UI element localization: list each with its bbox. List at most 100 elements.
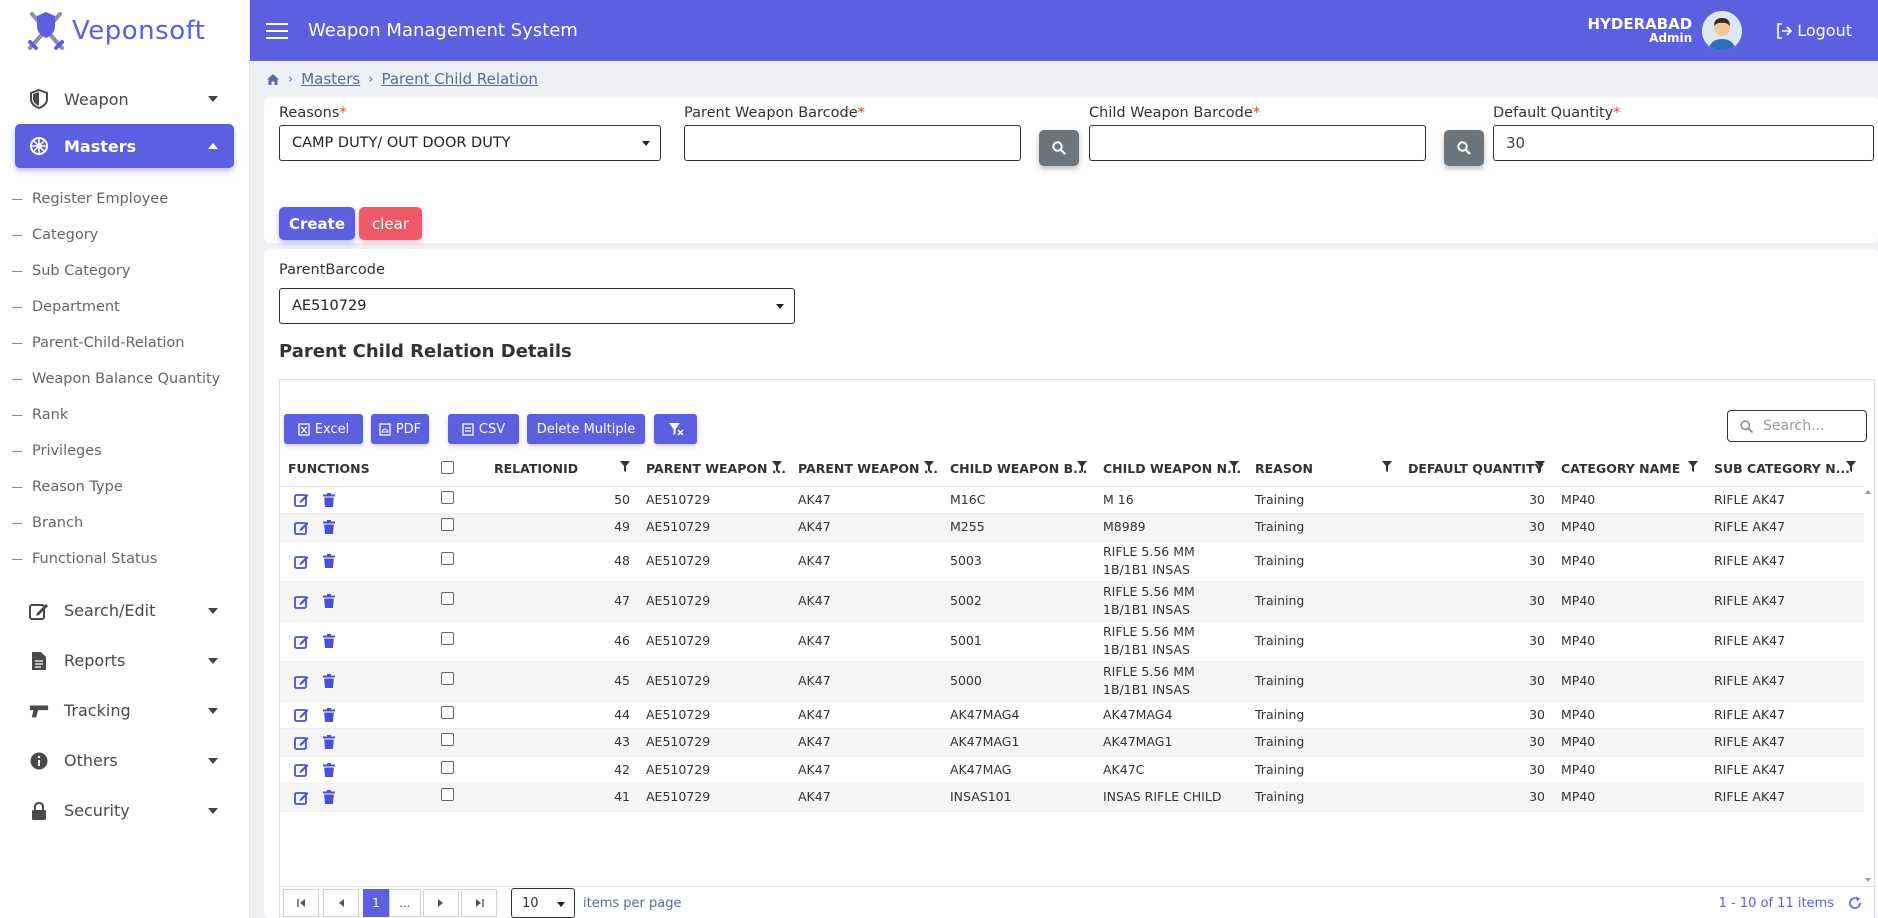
submenu-privileges[interactable]: Privileges: [12, 433, 249, 469]
submenu-sub-category[interactable]: Sub Category: [12, 253, 249, 289]
refresh-icon[interactable]: [1848, 896, 1862, 910]
delete-multiple-button[interactable]: Delete Multiple: [527, 414, 645, 444]
sidebar-item-search-edit[interactable]: Search/Edit: [15, 587, 234, 634]
table-row[interactable]: 42 AE510729 AK47 AK47MAG AK47C Training 30 MP40…: [280, 756, 1864, 784]
page-size-select[interactable]: 10: [511, 888, 575, 918]
brand-logo[interactable]: Veponsoft: [0, 0, 249, 61]
col-parent-weapon-name[interactable]: PARENT WEAPON ...: [790, 452, 942, 487]
table-row[interactable]: 44 AE510729 AK47 AK47MAG4 AK47MAG4 Training 30…: [280, 701, 1864, 729]
parent-barcode-search-button[interactable]: [1039, 130, 1079, 166]
filter-icon[interactable]: [1688, 461, 1698, 472]
child-barcode-search-button[interactable]: [1444, 130, 1484, 166]
more-pages-button[interactable]: ...: [389, 889, 421, 917]
edit-icon[interactable]: [294, 594, 309, 609]
prev-page-button[interactable]: [323, 889, 359, 917]
table-row[interactable]: 50 AE510729 AK47 M16C M 16 Training 30 MP40 RIFL…: [280, 486, 1864, 514]
reasons-select[interactable]: CAMP DUTY/ OUT DOOR DUTY: [279, 125, 661, 161]
trash-icon[interactable]: [323, 594, 335, 608]
row-checkbox[interactable]: [441, 671, 454, 685]
default-quantity-input[interactable]: 30: [1493, 125, 1874, 161]
submenu-category[interactable]: Category: [12, 217, 249, 253]
trash-icon[interactable]: [323, 492, 335, 507]
breadcrumb-masters-link[interactable]: Masters: [301, 70, 360, 88]
row-checkbox[interactable]: [441, 733, 454, 747]
home-icon[interactable]: [266, 73, 280, 86]
edit-icon[interactable]: [294, 634, 309, 649]
col-relation-id[interactable]: RELATIONID: [486, 452, 638, 487]
submenu-department[interactable]: Department: [12, 289, 249, 325]
breadcrumb-current-link[interactable]: Parent Child Relation: [381, 70, 537, 88]
edit-icon[interactable]: [294, 762, 309, 778]
col-child-weapon-barcode[interactable]: CHILD WEAPON B...: [942, 452, 1095, 487]
trash-icon[interactable]: [323, 554, 335, 568]
sidebar-item-weapon[interactable]: Weapon: [15, 77, 234, 121]
table-row[interactable]: 48 AE510729 AK47 5003 RIFLE 5.56 MM 1B/1B1 I…: [280, 541, 1864, 582]
next-page-button[interactable]: [423, 889, 459, 917]
edit-icon[interactable]: [294, 554, 309, 569]
submenu-branch[interactable]: Branch: [12, 505, 249, 541]
row-checkbox[interactable]: [441, 518, 454, 532]
row-checkbox[interactable]: [441, 551, 454, 565]
table-row[interactable]: 47 AE510729 AK47 5002 RIFLE 5.56 MM 1B/1B1 I…: [280, 581, 1864, 622]
sidebar-item-reports[interactable]: Reports: [15, 637, 234, 684]
avatar[interactable]: [1702, 10, 1743, 51]
submenu-rank[interactable]: Rank: [12, 397, 249, 433]
filter-icon[interactable]: [1229, 461, 1239, 472]
row-checkbox[interactable]: [441, 760, 454, 774]
last-page-button[interactable]: [461, 889, 497, 917]
sidebar-item-tracking[interactable]: Tracking: [15, 687, 234, 734]
submenu-parent-child-relation[interactable]: Parent-Child-Relation: [12, 325, 249, 361]
filter-icon[interactable]: [620, 461, 630, 472]
submenu-functional-status[interactable]: Functional Status: [12, 541, 249, 577]
trash-icon[interactable]: [323, 634, 335, 648]
logout-button[interactable]: Logout: [1776, 21, 1852, 40]
edit-icon[interactable]: [294, 790, 309, 805]
filter-icon[interactable]: [1077, 461, 1087, 472]
trash-icon[interactable]: [323, 790, 335, 805]
col-category-name[interactable]: CATEGORY NAME: [1553, 452, 1706, 487]
sidebar-item-masters[interactable]: Masters: [15, 124, 234, 168]
filter-icon[interactable]: [1535, 461, 1545, 472]
filter-icon[interactable]: [924, 461, 934, 472]
parent-barcode-input[interactable]: [684, 125, 1021, 161]
export-pdf-button[interactable]: PDF: [371, 414, 429, 444]
submenu-reason-type[interactable]: Reason Type: [12, 469, 249, 505]
sidebar-item-security[interactable]: Security: [15, 787, 234, 834]
col-default-quantity[interactable]: DEFAULT QUANTITY: [1400, 452, 1553, 487]
parent-barcode-filter-select[interactable]: AE510729: [279, 288, 795, 324]
edit-icon[interactable]: [294, 674, 309, 689]
child-barcode-input[interactable]: [1089, 125, 1426, 161]
trash-icon[interactable]: [323, 762, 335, 777]
submenu-register-employee[interactable]: Register Employee: [12, 181, 249, 217]
page-1-button[interactable]: 1: [363, 889, 389, 917]
select-all-checkbox[interactable]: [441, 460, 454, 474]
row-checkbox[interactable]: [441, 631, 454, 645]
create-button[interactable]: Create: [279, 207, 355, 240]
trash-icon[interactable]: [323, 520, 335, 535]
hamburger-menu-icon[interactable]: [266, 17, 294, 45]
edit-icon[interactable]: [294, 707, 309, 723]
edit-icon[interactable]: [294, 492, 309, 508]
submenu-weapon-balance-quantity[interactable]: Weapon Balance Quantity: [12, 361, 249, 397]
table-row[interactable]: 43 AE510729 AK47 AK47MAG1 AK47MAG1 Training 30…: [280, 728, 1864, 757]
col-reason[interactable]: REASON: [1247, 452, 1400, 487]
trash-icon[interactable]: [323, 707, 335, 722]
filter-icon[interactable]: [1846, 461, 1856, 472]
trash-icon[interactable]: [323, 735, 335, 750]
col-sub-category-name[interactable]: SUB CATEGORY N...: [1706, 452, 1864, 487]
table-row[interactable]: 41 AE510729 AK47 INSAS101 INSAS RIFLE CHILD T…: [280, 783, 1864, 812]
edit-icon[interactable]: [294, 735, 309, 750]
col-child-weapon-name[interactable]: CHILD WEAPON N...: [1095, 452, 1247, 487]
row-checkbox[interactable]: [441, 591, 454, 605]
sidebar-item-others[interactable]: Others: [15, 737, 234, 784]
edit-icon[interactable]: [294, 520, 309, 535]
filter-icon[interactable]: [1382, 461, 1392, 472]
grid-search-input[interactable]: Search...: [1727, 410, 1867, 442]
row-checkbox[interactable]: [441, 705, 454, 719]
table-row[interactable]: 46 AE510729 AK47 5001 RIFLE 5.56 MM 1B/1B1 I…: [280, 621, 1864, 662]
table-row[interactable]: 49 AE510729 AK47 M255 M8989 Training 30 MP40 RIF…: [280, 513, 1864, 542]
vertical-scrollbar[interactable]: [1862, 486, 1874, 886]
export-csv-button[interactable]: CSV: [448, 414, 519, 444]
filter-icon[interactable]: [772, 461, 782, 472]
clear-button[interactable]: clear: [359, 207, 422, 240]
